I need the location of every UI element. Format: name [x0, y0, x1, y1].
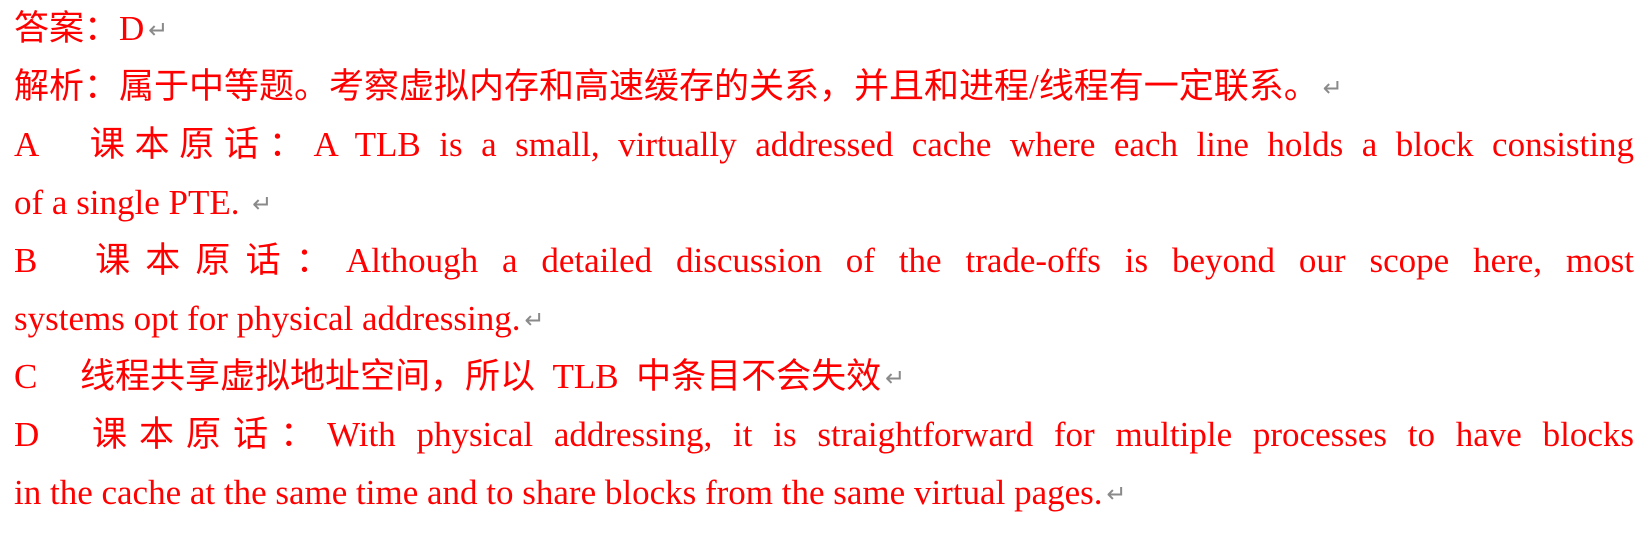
option-c-line-1: C 线程共享虚拟地址空间，所以 TLB 中条目不会失效 ↵ — [14, 348, 1634, 406]
option-a-line-2: of a single PTE. ↵ — [14, 174, 1634, 232]
option-a-line-1: A 课本原话：A TLB is a small, virtually addres… — [14, 116, 1634, 174]
analysis-line: 解析：属于中等题。考察虚拟内存和高速缓存的关系，并且和进程/线程有一定联系。 ↵ — [14, 58, 1634, 116]
option-d-line-1: D 课本原话：With physical addressing, it is st… — [14, 406, 1634, 464]
answer-value: D — [119, 9, 145, 48]
option-b-justified: B 课本原话：Although a detailed discussion of … — [14, 232, 1634, 290]
analysis-text: 解析：属于中等题。考察虚拟内存和高速缓存的关系，并且和进程/线程有一定联系。 — [14, 67, 1319, 106]
option-b-text-2: systems opt for physical addressing. — [14, 299, 521, 338]
option-b-label: B — [14, 241, 38, 280]
paragraph-mark-icon: ↵ — [524, 306, 545, 334]
paragraph-mark-icon: ↵ — [1322, 74, 1343, 102]
option-a-text-1: 课本原话：A TLB is a small, virtually address… — [80, 125, 1634, 164]
paragraph-mark-icon: ↵ — [885, 364, 906, 392]
option-c-text-1: 线程共享虚拟地址空间，所以 TLB 中条目不会失效 — [80, 357, 882, 396]
option-a-label: A — [14, 125, 40, 164]
option-c-label: C — [14, 357, 38, 396]
option-b-line-1: B 课本原话：Although a detailed discussion of … — [14, 232, 1634, 290]
answer-line: 答案：D ↵ — [14, 0, 1634, 58]
option-d-line-2: in the cache at the same time and to sha… — [14, 464, 1634, 522]
option-d-label: D — [14, 415, 40, 454]
document-body: 答案：D ↵ 解析：属于中等题。考察虚拟内存和高速缓存的关系，并且和进程/线程有一… — [14, 0, 1634, 522]
option-a-text-2: of a single PTE. — [14, 183, 249, 222]
option-d-justified: D 课本原话：With physical addressing, it is st… — [14, 406, 1634, 464]
paragraph-mark-icon: ↵ — [148, 16, 169, 44]
option-a-justified: A 课本原话：A TLB is a small, virtually addres… — [14, 116, 1634, 174]
option-d-text-1: 课本原话：With physical addressing, it is str… — [80, 415, 1634, 454]
option-d-text-2: in the cache at the same time and to sha… — [14, 473, 1103, 512]
paragraph-mark-icon: ↵ — [252, 190, 273, 218]
answer-prefix: 答案： — [14, 9, 120, 48]
option-b-line-2: systems opt for physical addressing. ↵ — [14, 290, 1634, 348]
option-b-text-1: 课本原话：Although a detailed discussion of t… — [80, 241, 1634, 280]
paragraph-mark-icon: ↵ — [1106, 480, 1127, 508]
